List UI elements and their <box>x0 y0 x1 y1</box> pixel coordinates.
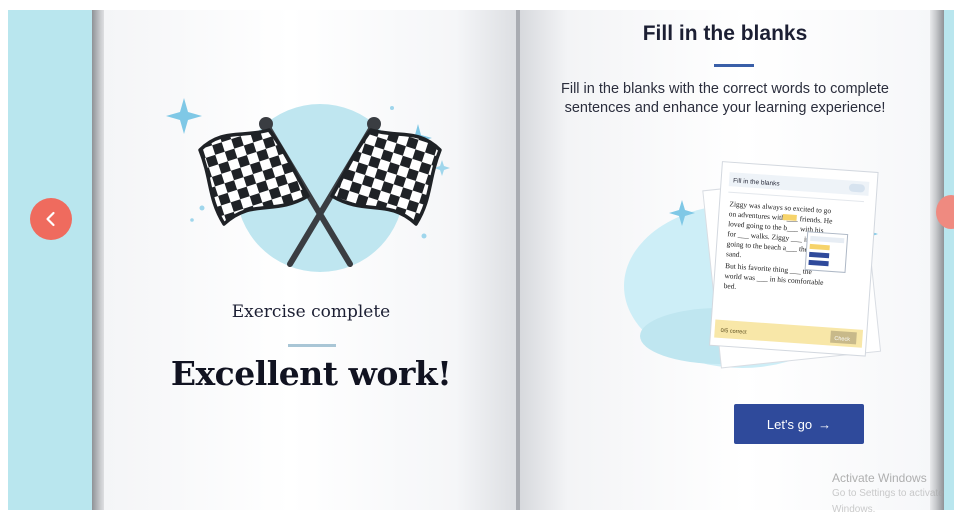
watermark-subtitle: Go to Settings to activate Windows. <box>832 488 944 515</box>
worksheet-line: sand. <box>726 249 742 259</box>
worksheet-card: Fill in the blanks Ziggy was always so e… <box>709 161 879 357</box>
sparkle-icon <box>166 98 202 134</box>
arrow-right-icon: → <box>818 416 832 432</box>
lets-go-label: Let's go <box>766 416 813 432</box>
book: Exercise complete Excellent work! Fill i… <box>92 10 944 510</box>
chevron-left-icon <box>46 211 55 227</box>
watermark-title: Activate Windows <box>832 471 927 485</box>
page-description: Fill in the blanks with the correct word… <box>561 81 889 116</box>
book-spine <box>516 10 520 510</box>
lets-go-button[interactable]: Let's go → <box>734 404 864 444</box>
book-cover-edge-right <box>930 10 944 510</box>
worksheet-check-button: Check <box>834 336 850 343</box>
book-stage: Exercise complete Excellent work! Fill i… <box>8 10 954 510</box>
worksheet-preview-illustration: Fill in the blanks Ziggy was always so e… <box>624 161 882 369</box>
headline-text: Excellent work! <box>170 354 452 393</box>
activation-watermark: Activate Windows Go to Settings to activ… <box>832 470 952 518</box>
worksheet-line: bed. <box>723 281 736 291</box>
exercise-status-text: Exercise complete <box>231 302 391 322</box>
title-divider <box>714 64 754 67</box>
checkered-flags-illustration <box>166 98 450 272</box>
left-divider <box>288 344 336 347</box>
page-title: Fill in the blanks <box>642 22 808 45</box>
previous-page-button[interactable] <box>30 198 72 240</box>
